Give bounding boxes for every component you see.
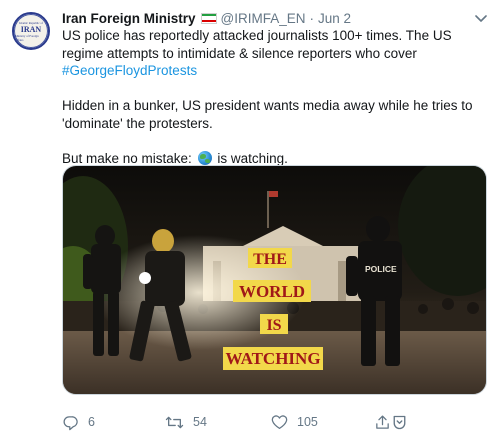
avatar-main-text: IRAN bbox=[20, 24, 42, 34]
tweet-paragraph-2: Hidden in a bunker, US president wants m… bbox=[62, 98, 473, 131]
retweet-count: 54 bbox=[193, 415, 207, 429]
tweet-date[interactable]: Jun 2 bbox=[318, 11, 351, 26]
overlay-word-2: WORLD bbox=[239, 282, 305, 301]
reply-count: 6 bbox=[88, 415, 95, 429]
user-handle[interactable]: @IRIMFA_EN bbox=[221, 11, 306, 26]
overlay-word-3: IS bbox=[266, 317, 281, 334]
tweet: Islamic Republic of IRAN Ministry of For… bbox=[0, 0, 500, 446]
share-button[interactable] bbox=[374, 410, 391, 434]
like-button[interactable]: 105 bbox=[271, 410, 318, 434]
iran-flag-icon bbox=[200, 12, 217, 24]
tweet-actions: 6 54 105 bbox=[62, 410, 482, 434]
overlay-word-1: THE bbox=[253, 251, 287, 268]
share-icon bbox=[374, 414, 391, 431]
tweet-paragraph-3-before: But make no mistake: bbox=[62, 150, 192, 166]
overlay-word-4: WATCHING bbox=[225, 349, 320, 368]
globe-icon bbox=[197, 150, 212, 165]
avatar-emblem: Islamic Republic of IRAN Ministry of For… bbox=[14, 14, 48, 48]
heart-icon bbox=[271, 414, 288, 430]
avatar-sub-text: Ministry of Foreign Affairs bbox=[15, 33, 39, 42]
like-count: 105 bbox=[297, 415, 318, 429]
avatar[interactable]: Islamic Republic of IRAN Ministry of For… bbox=[12, 12, 50, 50]
tweet-paragraph-1: US police has reportedly attacked journa… bbox=[62, 27, 490, 80]
tweet-media-image[interactable]: POLICE THE WORLD IS WATCHING bbox=[62, 165, 487, 395]
tweet-paragraph-3-after: is watching. bbox=[217, 150, 288, 166]
retweet-icon bbox=[165, 414, 184, 431]
police-label: POLICE bbox=[365, 264, 397, 274]
display-name[interactable]: Iran Foreign Ministry bbox=[62, 11, 196, 26]
hashtag-link[interactable]: #GeorgeFloydProtests bbox=[62, 63, 197, 78]
chevron-shield-icon bbox=[392, 414, 407, 431]
separator-dot: · bbox=[309, 10, 315, 26]
tweet-line-1: US police has reportedly attacked journa… bbox=[62, 28, 452, 61]
tweet-text: US police has reportedly attacked journa… bbox=[62, 27, 490, 167]
protest-photo: POLICE THE WORLD IS WATCHING bbox=[63, 166, 486, 394]
chevron-down-icon[interactable] bbox=[474, 12, 488, 26]
retweet-button[interactable]: 54 bbox=[165, 410, 207, 434]
tweet-header: Iran Foreign Ministry @IRIMFA_EN · Jun 2 bbox=[62, 9, 351, 27]
reaction-button[interactable] bbox=[392, 410, 407, 434]
reply-button[interactable]: 6 bbox=[62, 410, 95, 434]
reply-icon bbox=[62, 414, 79, 431]
